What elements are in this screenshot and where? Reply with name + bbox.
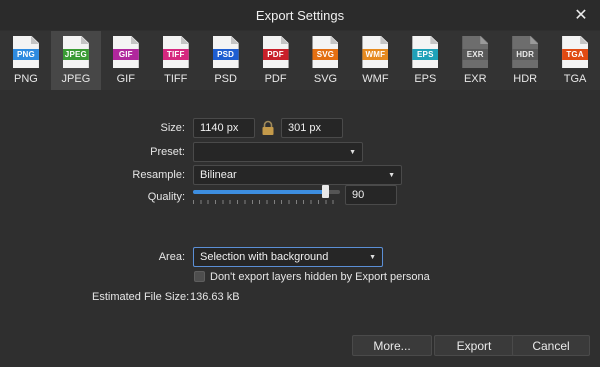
format-label: EPS <box>414 73 437 85</box>
format-badge: EXR <box>462 49 489 60</box>
quality-label: Quality: <box>147 191 185 203</box>
gif-file-icon: GIF <box>112 36 139 68</box>
format-label: TIFF <box>164 73 188 85</box>
area-value: Selection with background <box>200 251 329 263</box>
preset-select[interactable]: ▼ <box>193 142 363 162</box>
chevron-down-icon: ▼ <box>388 171 395 179</box>
exr-file-icon: EXR <box>462 36 489 68</box>
format-badge: PNG <box>12 49 39 60</box>
format-label: PNG <box>14 73 38 85</box>
tiff-file-icon: TIFF <box>162 36 189 68</box>
eps-file-icon: EPS <box>412 36 439 68</box>
format-eps[interactable]: EPS EPS <box>400 31 450 90</box>
resample-label: Resample: <box>132 169 185 181</box>
format-tiff[interactable]: TIFF TIFF <box>151 31 201 90</box>
quality-slider-thumb[interactable] <box>322 185 330 198</box>
quality-slider-fill <box>193 190 326 194</box>
format-badge: JPEG <box>62 49 89 60</box>
wmf-file-icon: WMF <box>362 36 389 68</box>
format-badge: PDF <box>262 49 289 60</box>
format-badge: GIF <box>112 49 139 60</box>
tga-file-icon: TGA <box>562 36 589 68</box>
filesize-label: Estimated File Size: <box>92 291 190 303</box>
format-label: WMF <box>362 73 389 85</box>
filesize-value: 136.63 kB <box>190 291 240 303</box>
jpeg-file-icon: JPEG <box>62 36 89 68</box>
png-file-icon: PNG <box>12 36 39 68</box>
format-pdf[interactable]: PDF PDF <box>251 31 301 90</box>
export-button[interactable]: Export <box>434 335 514 356</box>
title-bar[interactable]: Export Settings ✕ <box>0 0 600 30</box>
format-label: TGA <box>563 73 587 85</box>
format-hdr[interactable]: HDR HDR <box>500 31 550 90</box>
format-selector: PNG PNG JPEG JPEG GIF GIF TIFF TIFF PSD PSD PDF PDF… <box>0 31 600 90</box>
format-wmf[interactable]: WMF WMF <box>350 31 400 90</box>
format-badge: PSD <box>212 49 239 60</box>
height-field[interactable]: 301 px <box>281 118 343 138</box>
dialog-title: Export Settings <box>255 7 345 23</box>
width-field[interactable]: 1140 px <box>193 118 255 138</box>
cancel-button[interactable]: Cancel <box>512 335 590 356</box>
quality-slider[interactable] <box>193 185 340 198</box>
format-exr[interactable]: EXR EXR <box>450 31 500 90</box>
format-label: HDR <box>513 73 538 85</box>
preset-label: Preset: <box>150 146 185 158</box>
export-settings-dialog: Export Settings ✕ PNG PNG JPEG JPEG GIF GIF TI… <box>0 0 600 367</box>
format-badge: WMF <box>362 49 389 60</box>
format-psd[interactable]: PSD PSD <box>201 31 251 90</box>
format-tga[interactable]: TGA TGA <box>550 31 600 90</box>
resample-value: Bilinear <box>200 169 237 181</box>
format-gif[interactable]: GIF GIF <box>101 31 151 90</box>
format-jpeg[interactable]: JPEG JPEG <box>50 31 101 90</box>
svg-file-icon: SVG <box>312 36 339 68</box>
size-label: Size: <box>160 122 185 134</box>
format-svg[interactable]: SVG SVG <box>301 31 351 90</box>
chevron-down-icon: ▼ <box>369 253 376 261</box>
chevron-down-icon: ▼ <box>349 148 356 156</box>
hdr-file-icon: HDR <box>512 36 539 68</box>
format-badge: TIFF <box>162 49 189 60</box>
hidden-layers-label: Don't export layers hidden by Export per… <box>210 271 430 283</box>
close-icon[interactable]: ✕ <box>571 5 591 25</box>
format-label: PSD <box>214 73 237 85</box>
format-label: GIF <box>116 73 135 85</box>
more-button[interactable]: More... <box>352 335 432 356</box>
psd-file-icon: PSD <box>212 36 239 68</box>
format-png[interactable]: PNG PNG <box>1 31 51 90</box>
format-label: JPEG <box>61 73 91 85</box>
area-label: Area: <box>158 251 185 263</box>
format-badge: SVG <box>312 49 339 60</box>
format-label: EXR <box>463 73 487 85</box>
format-badge: EPS <box>412 49 439 60</box>
hidden-layers-checkbox[interactable] <box>194 271 205 282</box>
format-badge: TGA <box>562 49 589 60</box>
quality-ticks <box>193 200 340 204</box>
format-label: PDF <box>264 73 287 85</box>
area-select[interactable]: Selection with background ▼ <box>193 247 383 267</box>
quality-field[interactable]: 90 <box>345 185 397 205</box>
resample-select[interactable]: Bilinear ▼ <box>193 165 402 185</box>
format-badge: HDR <box>512 49 539 60</box>
pdf-file-icon: PDF <box>262 36 289 68</box>
format-label: SVG <box>313 73 338 85</box>
lock-icon[interactable] <box>259 119 277 137</box>
